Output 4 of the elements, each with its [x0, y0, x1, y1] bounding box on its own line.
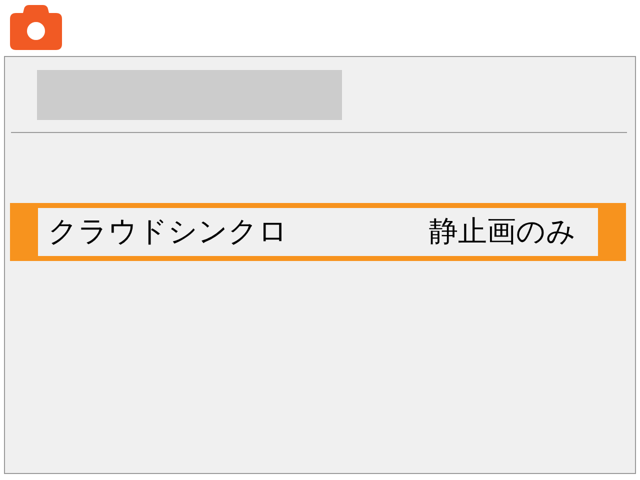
menu-item[interactable]: クラウドシンクロ 静止画のみ: [10, 203, 626, 261]
item-label: クラウドシンクロ: [48, 213, 288, 250]
camera-icon: [10, 5, 62, 50]
item-value: 静止画のみ: [429, 213, 576, 250]
